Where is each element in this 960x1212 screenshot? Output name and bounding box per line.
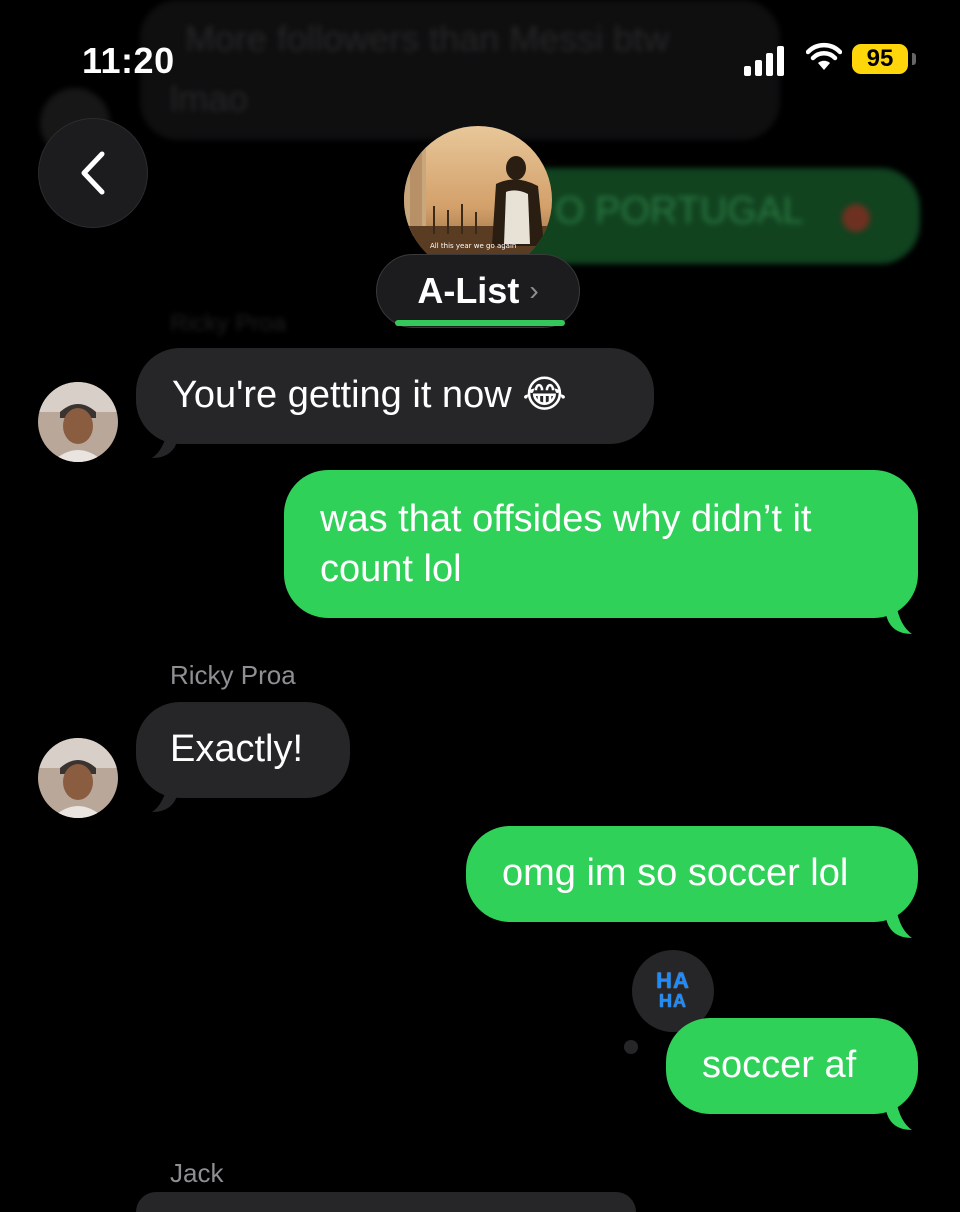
message-text: Exactly! (170, 728, 304, 770)
faded-message-text: lmao (170, 78, 249, 119)
outgoing-message[interactable]: omg im so soccer lol (466, 826, 918, 922)
avatar-image (38, 382, 118, 462)
battery-tip (912, 53, 916, 65)
battery-indicator: 95 (852, 44, 908, 74)
avatar[interactable] (38, 382, 118, 462)
message-text: You're getting it now 😂 (172, 374, 567, 416)
cellular-signal-icon (744, 44, 786, 76)
back-button[interactable] (38, 118, 148, 228)
photo-caption: All this year we go again (430, 242, 516, 250)
message-text-line: was that offsides why didn’t it (320, 498, 812, 540)
tapback-dot (624, 1040, 638, 1054)
sender-name: Jack (170, 1158, 224, 1188)
bubble-tail (152, 428, 178, 458)
group-name: A-List (417, 270, 520, 311)
chevron-left-icon (81, 151, 105, 195)
message-text: soccer af (702, 1044, 857, 1086)
bubble-tail (886, 604, 912, 634)
group-photo-image: All this year we go again (404, 126, 552, 274)
group-active-indicator (395, 320, 565, 326)
group-name-button[interactable]: A-List › (376, 254, 580, 328)
faded-sender-name: Ricky Proa (170, 310, 287, 337)
bubble-tail (152, 782, 178, 812)
avatar-image (38, 738, 118, 818)
chevron-right-icon: › (529, 275, 539, 306)
incoming-message[interactable]: You're getting it now 😂 (136, 348, 654, 444)
message-text: omg im so soccer lol (502, 852, 849, 894)
faded-message-text: More followers than Messi btw (185, 18, 670, 59)
haha-icon: HA (656, 968, 690, 993)
flag-icon (842, 204, 870, 232)
incoming-message-partial[interactable] (136, 1192, 636, 1212)
haha-icon-text: HA (659, 991, 687, 1011)
bubble-tail (886, 1100, 912, 1130)
sender-name: Ricky Proa (170, 660, 296, 690)
faded-message-text: O PORTUGAL (555, 190, 804, 232)
group-photo[interactable]: All this year we go again (404, 126, 552, 274)
bubble-tail (886, 908, 912, 938)
status-time: 11:20 (82, 40, 175, 81)
avatar[interactable] (38, 738, 118, 818)
outgoing-message[interactable]: was that offsides why didn’t it count lo… (284, 470, 918, 618)
outgoing-message[interactable]: soccer af (666, 1018, 918, 1114)
message-text-line: count lol (320, 548, 462, 590)
wifi-icon (806, 42, 842, 70)
